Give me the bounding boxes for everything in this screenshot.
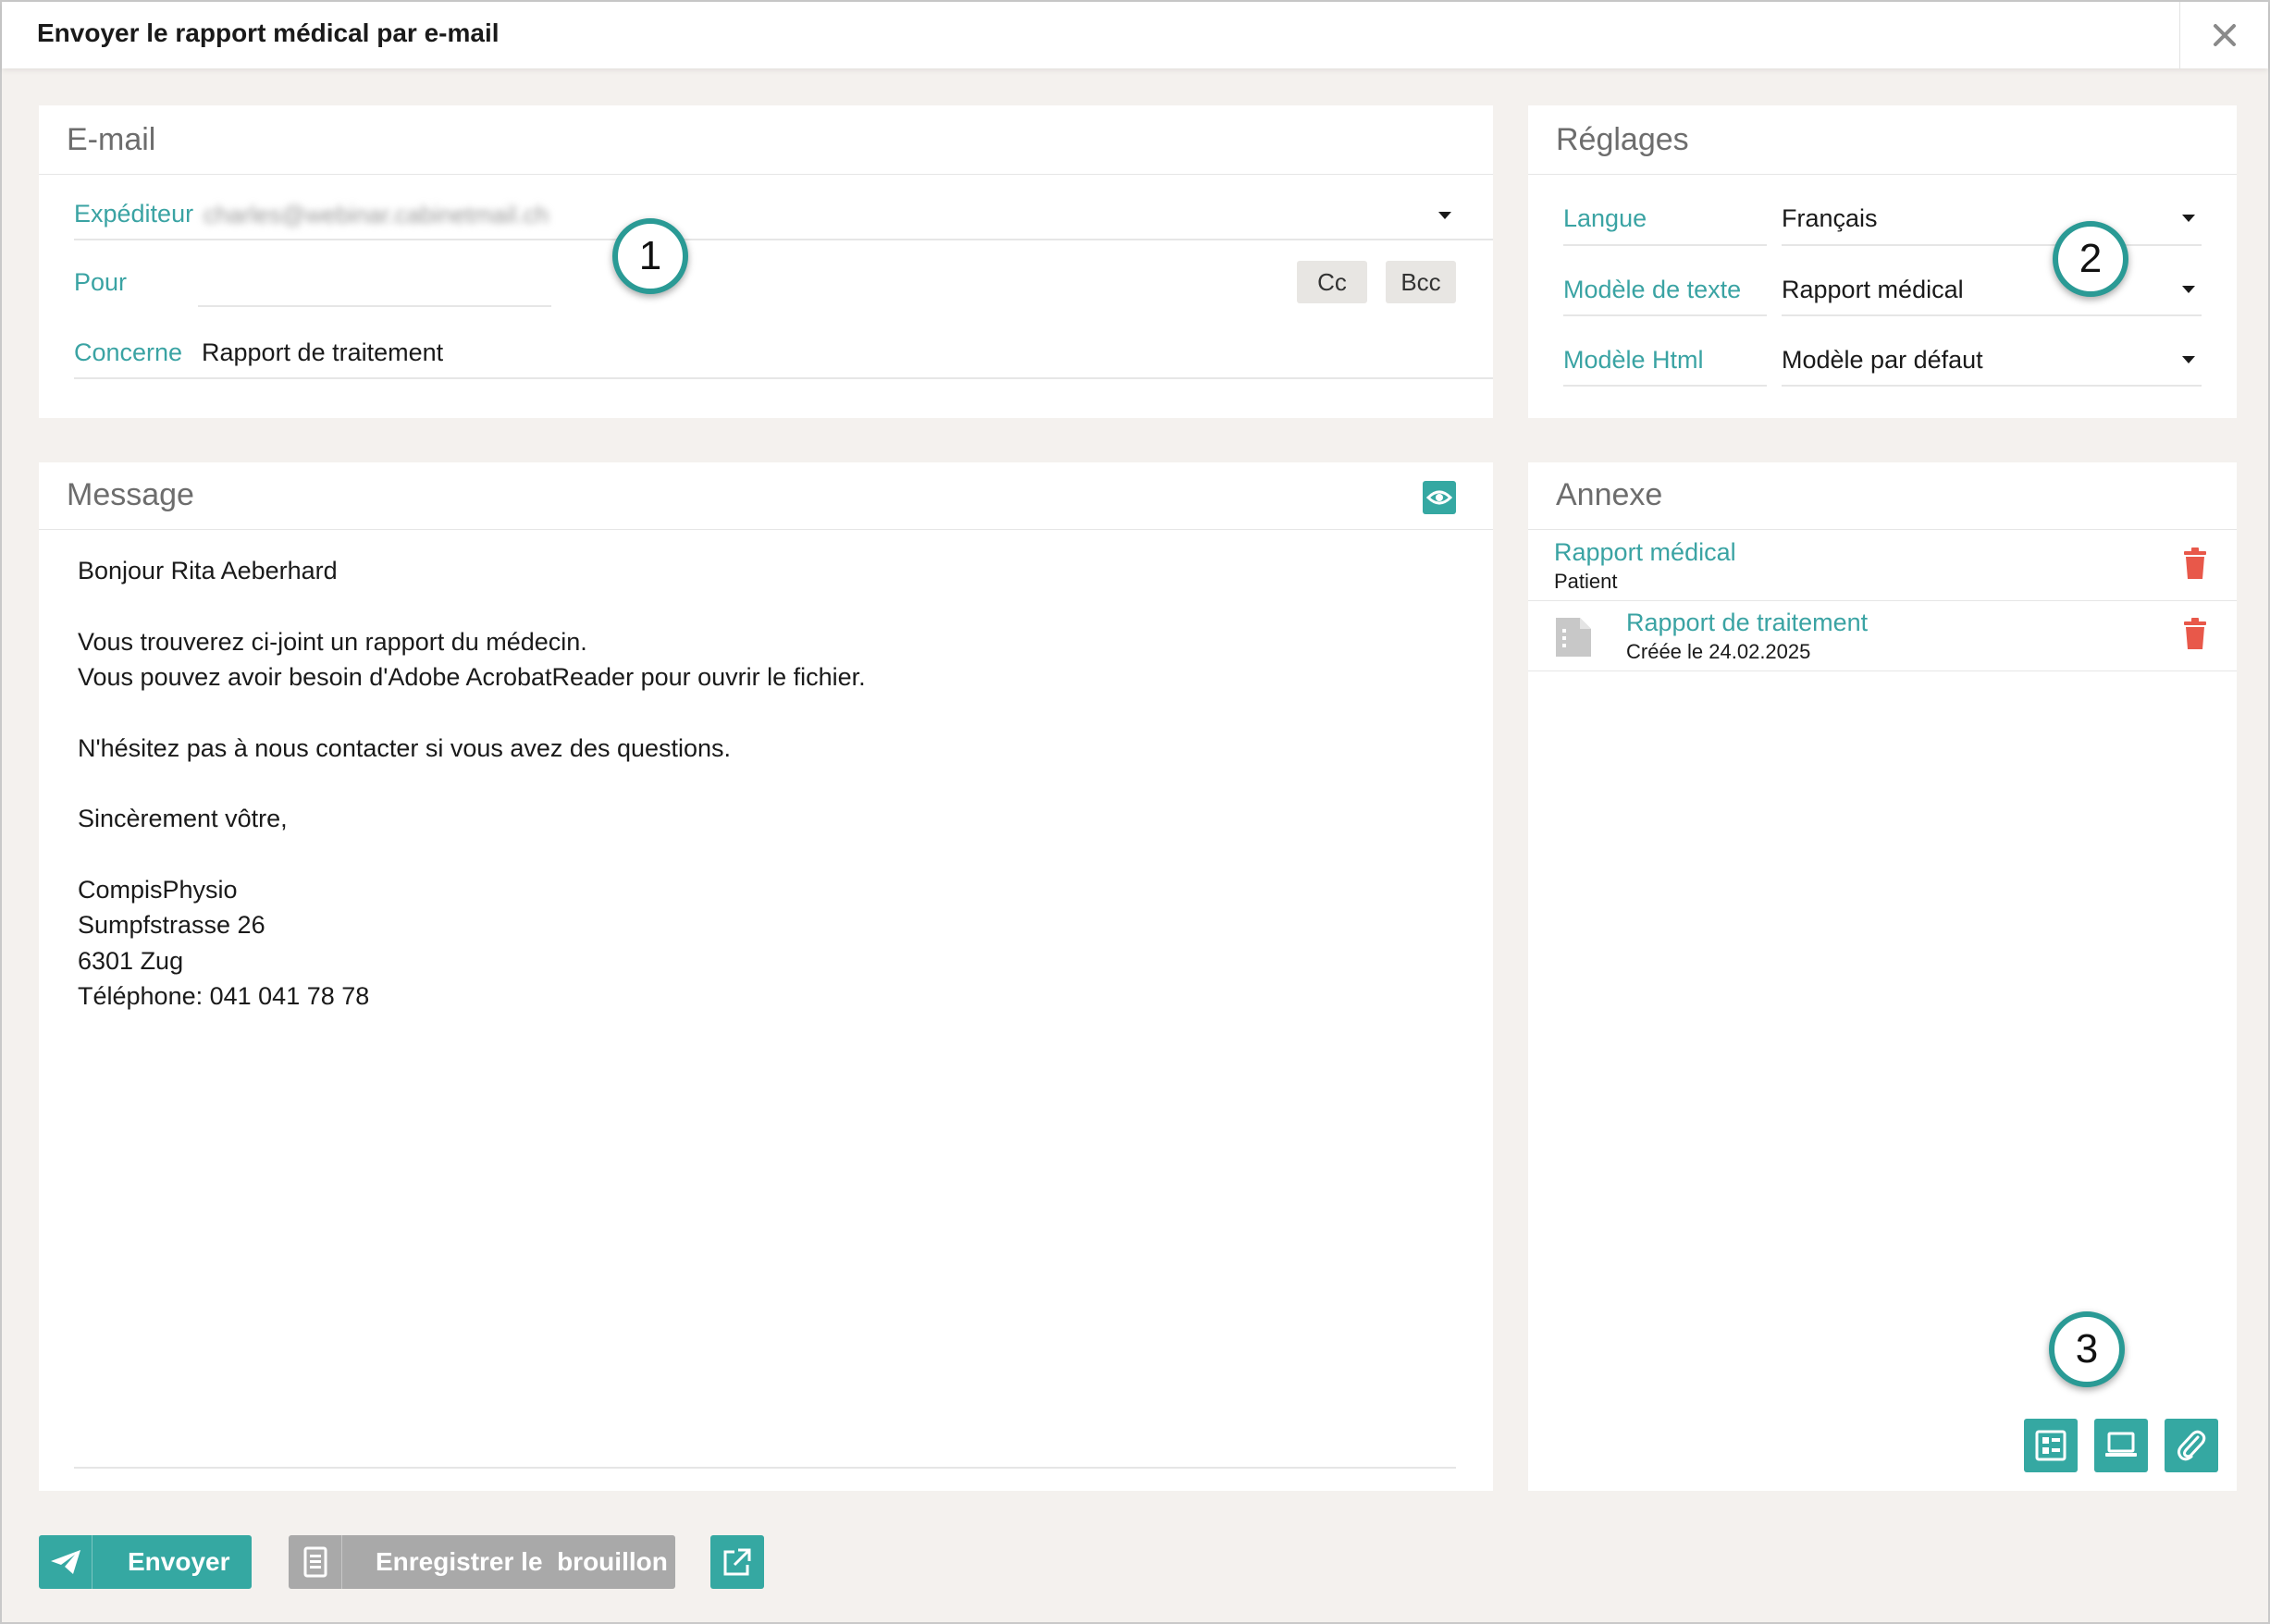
document-icon xyxy=(1556,618,1591,657)
dialog-title: Envoyer le rapport médical par e-mail xyxy=(37,18,500,47)
text-template-dropdown-caret[interactable] xyxy=(2182,286,2195,293)
attachments-card: Annexe Rapport médical Patient Rapport d… xyxy=(1528,462,2237,1491)
preview-button[interactable] xyxy=(1423,481,1456,514)
draft-icon-area xyxy=(289,1535,342,1589)
callout-3: 3 xyxy=(2049,1311,2125,1387)
to-label: Pour xyxy=(74,268,128,296)
text-template-label: Modèle de texte xyxy=(1563,276,1742,303)
paperclip-icon xyxy=(2177,1430,2206,1461)
document-lines-icon xyxy=(303,1546,327,1578)
message-line: Vous pouvez avoir besoin d'Adobe Acrobat… xyxy=(78,663,866,691)
message-underline xyxy=(74,1467,1456,1469)
paper-plane-icon xyxy=(50,1550,80,1574)
message-line: Sumpfstrasse 26 xyxy=(78,911,265,939)
divider xyxy=(1528,174,2237,175)
text-template-select[interactable]: Rapport médical xyxy=(1782,276,1964,304)
attachments-section-title: Annexe xyxy=(1556,477,1663,512)
text-template-underline xyxy=(1782,314,2202,316)
to-input[interactable] xyxy=(198,263,549,300)
add-form-attachment-button[interactable] xyxy=(2024,1419,2078,1472)
save-draft-button[interactable]: Enregistrer le brouillon xyxy=(289,1535,675,1589)
open-external-button[interactable] xyxy=(710,1535,764,1589)
attachment-subtitle: Créée le 24.02.2025 xyxy=(1626,640,1811,663)
html-template-label-underline xyxy=(1563,385,1767,387)
send-label: Envoyer xyxy=(128,1547,230,1576)
form-list-icon xyxy=(2035,1430,2066,1461)
sender-underline xyxy=(74,239,1493,240)
html-template-underline xyxy=(1782,385,2202,387)
subject-label: Concerne xyxy=(74,338,183,366)
trash-icon[interactable] xyxy=(2181,618,2209,651)
attachment-item[interactable]: Rapport de traitement Créée le 24.02.202… xyxy=(1528,601,2237,671)
language-dropdown-caret[interactable] xyxy=(2182,215,2195,222)
laptop-icon xyxy=(2105,1432,2137,1457)
send-button[interactable]: Envoyer xyxy=(39,1535,252,1589)
callout-1: 1 xyxy=(612,218,688,294)
message-line: Vous trouverez ci-joint un rapport du mé… xyxy=(78,628,587,656)
close-button[interactable] xyxy=(2179,2,2268,68)
text-template-label-underline xyxy=(1563,314,1767,316)
subject-input[interactable]: Rapport de traitement xyxy=(202,338,443,367)
message-line: CompisPhysio xyxy=(78,876,238,904)
eye-icon xyxy=(1426,490,1452,505)
bcc-button[interactable]: Bcc xyxy=(1386,261,1456,303)
draft-label: Enregistrer le brouillon xyxy=(376,1547,668,1576)
message-line: Sincèrement vôtre, xyxy=(78,805,288,832)
sender-value[interactable]: charles@webinar.cabinetmail.ch xyxy=(204,201,549,229)
message-section-title: Message xyxy=(67,477,194,512)
message-line: Téléphone: 041 041 78 78 xyxy=(78,982,370,1010)
language-label: Langue xyxy=(1563,204,1647,232)
send-icon-area xyxy=(39,1535,93,1589)
divider xyxy=(39,174,1493,175)
message-body[interactable]: Bonjour Rita Aeberhard Vous trouverez ci… xyxy=(39,531,1493,1456)
settings-section-title: Réglages xyxy=(1556,122,1689,157)
message-line: Bonjour Rita Aeberhard xyxy=(78,557,338,584)
language-underline xyxy=(1782,244,2202,246)
callout-2: 2 xyxy=(2053,221,2128,297)
close-icon xyxy=(2213,24,2236,46)
cc-button[interactable]: Cc xyxy=(1297,261,1367,303)
to-underline xyxy=(198,305,551,307)
settings-card: Réglages Langue Français Modèle de texte… xyxy=(1528,105,2237,418)
attach-file-button[interactable] xyxy=(2165,1419,2218,1472)
message-line: N'hésitez pas à nous contacter si vous a… xyxy=(78,734,732,762)
email-card: E-mail Expéditeur charles@webinar.cabine… xyxy=(39,105,1493,418)
divider xyxy=(39,529,1493,530)
message-card: Message Bonjour Rita Aeberhard Vous trou… xyxy=(39,462,1493,1491)
sender-label: Expéditeur xyxy=(74,200,194,228)
divider xyxy=(1528,529,2237,530)
trash-icon[interactable] xyxy=(2181,547,2209,581)
external-link-icon xyxy=(723,1548,751,1576)
attachment-subtitle: Patient xyxy=(1554,570,1618,593)
message-line: 6301 Zug xyxy=(78,947,184,975)
html-template-label: Modèle Html xyxy=(1563,346,1704,374)
subject-underline xyxy=(74,377,1493,379)
attachment-title: Rapport médical xyxy=(1554,538,1736,566)
attachment-title: Rapport de traitement xyxy=(1626,609,1869,636)
sender-dropdown-caret[interactable] xyxy=(1438,212,1451,219)
language-select[interactable]: Français xyxy=(1782,204,1878,233)
attachment-item[interactable]: Rapport médical Patient xyxy=(1528,531,2237,601)
language-label-underline xyxy=(1563,244,1767,246)
dialog-window: Envoyer le rapport médical par e-mail E-… xyxy=(0,0,2270,1624)
html-template-dropdown-caret[interactable] xyxy=(2182,356,2195,363)
html-template-select[interactable]: Modèle par défaut xyxy=(1782,346,1983,375)
add-local-file-button[interactable] xyxy=(2094,1419,2148,1472)
title-bar: Envoyer le rapport médical par e-mail xyxy=(2,2,2268,68)
email-section-title: E-mail xyxy=(67,122,156,157)
